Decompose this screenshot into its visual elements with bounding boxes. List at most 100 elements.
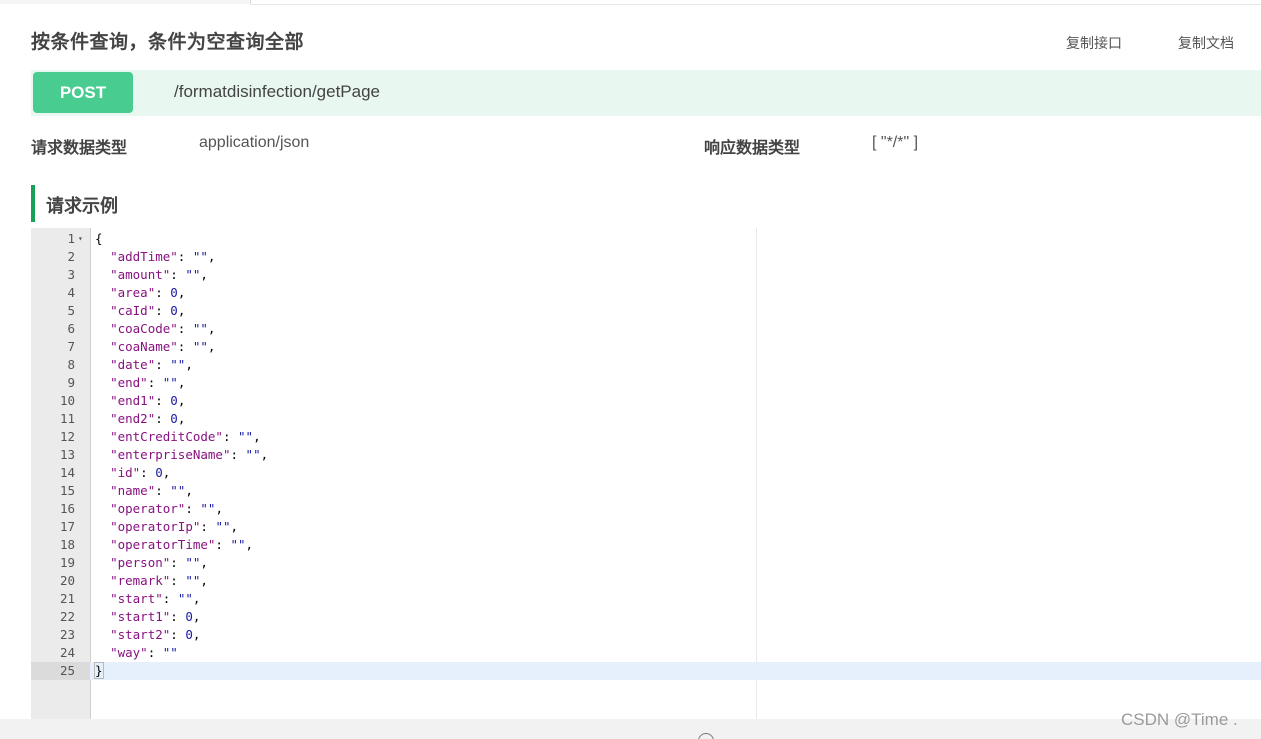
brace: } <box>94 662 104 679</box>
code-line[interactable]: 7 "coaName": "", <box>31 338 1261 356</box>
json-value: 0 <box>170 303 178 318</box>
line-number: 7 <box>67 339 75 354</box>
code-line[interactable]: 4 "area": 0, <box>31 284 1261 302</box>
json-key: "amount" <box>110 267 171 282</box>
line-number: 9 <box>67 375 75 390</box>
request-type-value: application/json <box>199 134 310 151</box>
json-value: "" <box>230 537 246 552</box>
code-text: } <box>94 662 104 680</box>
json-key: "start" <box>110 591 163 606</box>
tab-strip-edge <box>0 0 251 4</box>
code-text: "operatorTime": "", <box>110 537 254 552</box>
line-number: 25 <box>31 662 90 680</box>
code-text: "coaCode": "", <box>110 321 216 336</box>
json-value: "" <box>238 429 254 444</box>
line-number: 11 <box>59 411 75 426</box>
code-line[interactable]: 22 "start1": 0, <box>31 608 1261 626</box>
line-number: 17 <box>59 519 75 534</box>
json-key: "caId" <box>110 303 156 318</box>
line-number: 5 <box>67 303 75 318</box>
copy-api-button[interactable]: 复制接口 <box>1066 33 1122 53</box>
code-text: "name": "", <box>110 483 193 498</box>
json-key: "coaCode" <box>110 321 178 336</box>
line-number: 16 <box>59 501 75 516</box>
json-key: "addTime" <box>110 249 178 264</box>
line-number: 20 <box>59 573 75 588</box>
code-line[interactable]: 19 "person": "", <box>31 554 1261 572</box>
code-text: "person": "", <box>110 555 208 570</box>
request-type-label: 请求数据类型 <box>31 138 128 157</box>
section-accent-bar <box>31 185 35 222</box>
code-text: "caId": 0, <box>110 303 186 318</box>
endpoint-bar: POST /formatdisinfection/getPage <box>31 70 1261 116</box>
json-key: "operatorIp" <box>110 519 201 534</box>
code-text: "operatorIp": "", <box>110 519 239 534</box>
json-value: "" <box>185 267 201 282</box>
code-text: "coaName": "", <box>110 339 216 354</box>
line-number: 4 <box>67 285 75 300</box>
code-text: "start1": 0, <box>110 609 201 624</box>
json-key: "coaName" <box>110 339 178 354</box>
line-number: 14 <box>59 465 75 480</box>
json-value: "" <box>162 375 178 390</box>
line-number: 15 <box>59 483 75 498</box>
code-text: "entCreditCode": "", <box>110 429 261 444</box>
json-value: "" <box>192 339 208 354</box>
json-value: "" <box>215 519 231 534</box>
json-key: "date" <box>110 357 156 372</box>
json-value: 0 <box>170 285 178 300</box>
code-line[interactable]: 16 "operator": "", <box>31 500 1261 518</box>
copy-doc-button[interactable]: 复制文档 <box>1178 33 1234 53</box>
code-text: "operator": "", <box>110 501 223 516</box>
json-key: "end" <box>110 375 148 390</box>
json-key: "way" <box>110 645 148 660</box>
json-value: 0 <box>185 609 193 624</box>
json-key: "end2" <box>110 411 156 426</box>
code-line[interactable]: 20 "remark": "", <box>31 572 1261 590</box>
fold-toggle-icon[interactable]: ▾ <box>78 230 83 248</box>
code-line[interactable]: 21 "start": "", <box>31 590 1261 608</box>
code-line[interactable]: 23 "start2": 0, <box>31 626 1261 644</box>
json-value: "" <box>192 321 208 336</box>
code-line[interactable]: 5 "caId": 0, <box>31 302 1261 320</box>
code-line[interactable]: 9 "end": "", <box>31 374 1261 392</box>
code-text: "amount": "", <box>110 267 208 282</box>
json-value: "" <box>177 591 193 606</box>
code-line[interactable]: 1 ▾{ <box>31 230 1261 248</box>
code-editor[interactable]: 1 ▾{2 "addTime": "", 3 "amount": "", 4 "are… <box>31 228 1261 719</box>
line-number: 22 <box>59 609 75 624</box>
line-number: 13 <box>59 447 75 462</box>
code-line[interactable]: 2 "addTime": "", <box>31 248 1261 266</box>
code-text: "end": "", <box>110 375 186 390</box>
line-number: 18 <box>59 537 75 552</box>
response-type-value: [ "*/*" ] <box>872 134 919 151</box>
json-value: 0 <box>170 393 178 408</box>
code-line[interactable]: 12 "entCreditCode": "", <box>31 428 1261 446</box>
method-badge: POST <box>33 72 133 113</box>
brace: { <box>95 231 103 246</box>
code-line[interactable]: 10 "end1": 0, <box>31 392 1261 410</box>
code-line[interactable]: 3 "amount": "", <box>31 266 1261 284</box>
code-line[interactable]: 6 "coaCode": "", <box>31 320 1261 338</box>
response-type-label: 响应数据类型 <box>704 138 801 157</box>
code-text: "start": "", <box>110 591 201 606</box>
code-line[interactable]: 17 "operatorIp": "", <box>31 518 1261 536</box>
json-value: "" <box>162 645 178 660</box>
code-line[interactable]: 15 "name": "", <box>31 482 1261 500</box>
code-line[interactable]: 14 "id": 0, <box>31 464 1261 482</box>
code-line[interactable]: 24 "way": "" <box>31 644 1261 662</box>
json-value: 0 <box>185 627 193 642</box>
json-value: "" <box>185 555 201 570</box>
code-line[interactable]: 13 "enterpriseName": "", <box>31 446 1261 464</box>
json-key: "id" <box>110 465 141 480</box>
code-line[interactable]: 18 "operatorTime": "", <box>31 536 1261 554</box>
json-key: "start2" <box>110 627 171 642</box>
json-key: "area" <box>110 285 156 300</box>
line-number: 24 <box>59 645 75 660</box>
code-line[interactable]: 25} <box>31 662 1261 680</box>
line-number: 10 <box>59 393 75 408</box>
code-line[interactable]: 11 "end2": 0, <box>31 410 1261 428</box>
json-value: "" <box>245 447 261 462</box>
code-line[interactable]: 8 "date": "", <box>31 356 1261 374</box>
json-value: "" <box>185 573 201 588</box>
